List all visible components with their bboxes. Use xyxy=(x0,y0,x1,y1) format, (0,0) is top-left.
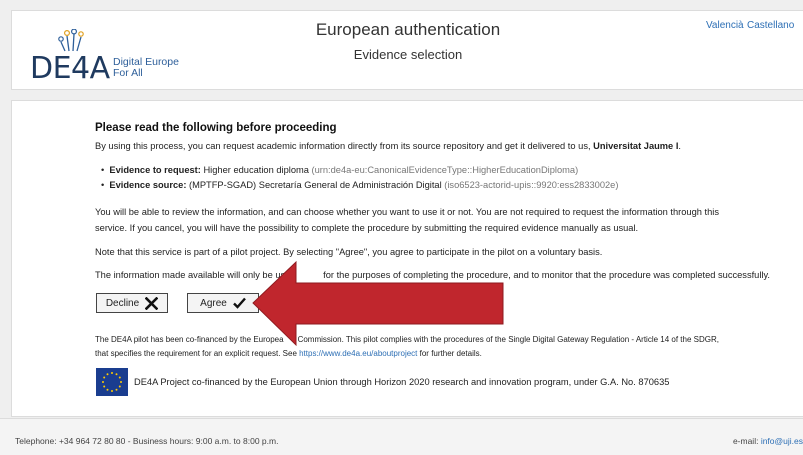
page-title: European authentication xyxy=(315,20,501,39)
info-usage-text: The information made available will only… xyxy=(95,270,771,280)
footer-email: e-mail: info@uji.es xyxy=(732,436,803,446)
footer-telephone: Telephone: +34 964 72 80 80 - Business h… xyxy=(15,436,279,446)
email-link[interactable]: info@uji.es xyxy=(761,436,803,446)
page-header: DE4A Digital Europe For All European aut… xyxy=(11,10,803,90)
cofinance-text-line2: that specifies the requirement for an ex… xyxy=(95,349,482,358)
checkmark-icon xyxy=(232,297,246,309)
close-icon xyxy=(145,296,159,310)
intro-text: By using this process, you can request a… xyxy=(95,141,681,151)
review-text-line2: service. If you cancel, you will have th… xyxy=(95,223,639,233)
page-subtitle: Evidence selection xyxy=(353,47,463,62)
content-panel: Please read the following before proceed… xyxy=(11,100,803,417)
cofinance-text-line1: The DE4A pilot has been co-financed by t… xyxy=(95,335,719,344)
agree-button[interactable]: Agree xyxy=(187,293,259,313)
bullet-evidence-request: • Evidence to request: Higher education … xyxy=(101,165,579,175)
decline-button[interactable]: Decline xyxy=(96,293,168,313)
eu-flag-icon xyxy=(96,368,128,396)
language-link-valencia[interactable]: Valencià xyxy=(706,20,744,31)
review-text-line1: You will be able to review the informati… xyxy=(95,207,719,217)
about-project-link[interactable]: https://www.de4a.eu/aboutproject xyxy=(299,349,417,358)
page-footer: Telephone: +34 964 72 80 80 - Business h… xyxy=(0,418,803,455)
language-link-castellano[interactable]: Castellano xyxy=(747,20,794,31)
pilot-note: Note that this service is part of a pilo… xyxy=(95,247,603,257)
notice-heading: Please read the following before proceed… xyxy=(95,122,337,134)
bullet-evidence-source: • Evidence source: (MPTFP-SGAD) Secretar… xyxy=(101,180,619,190)
eu-cofinance-text: DE4A Project co-financed by the European… xyxy=(134,377,670,387)
